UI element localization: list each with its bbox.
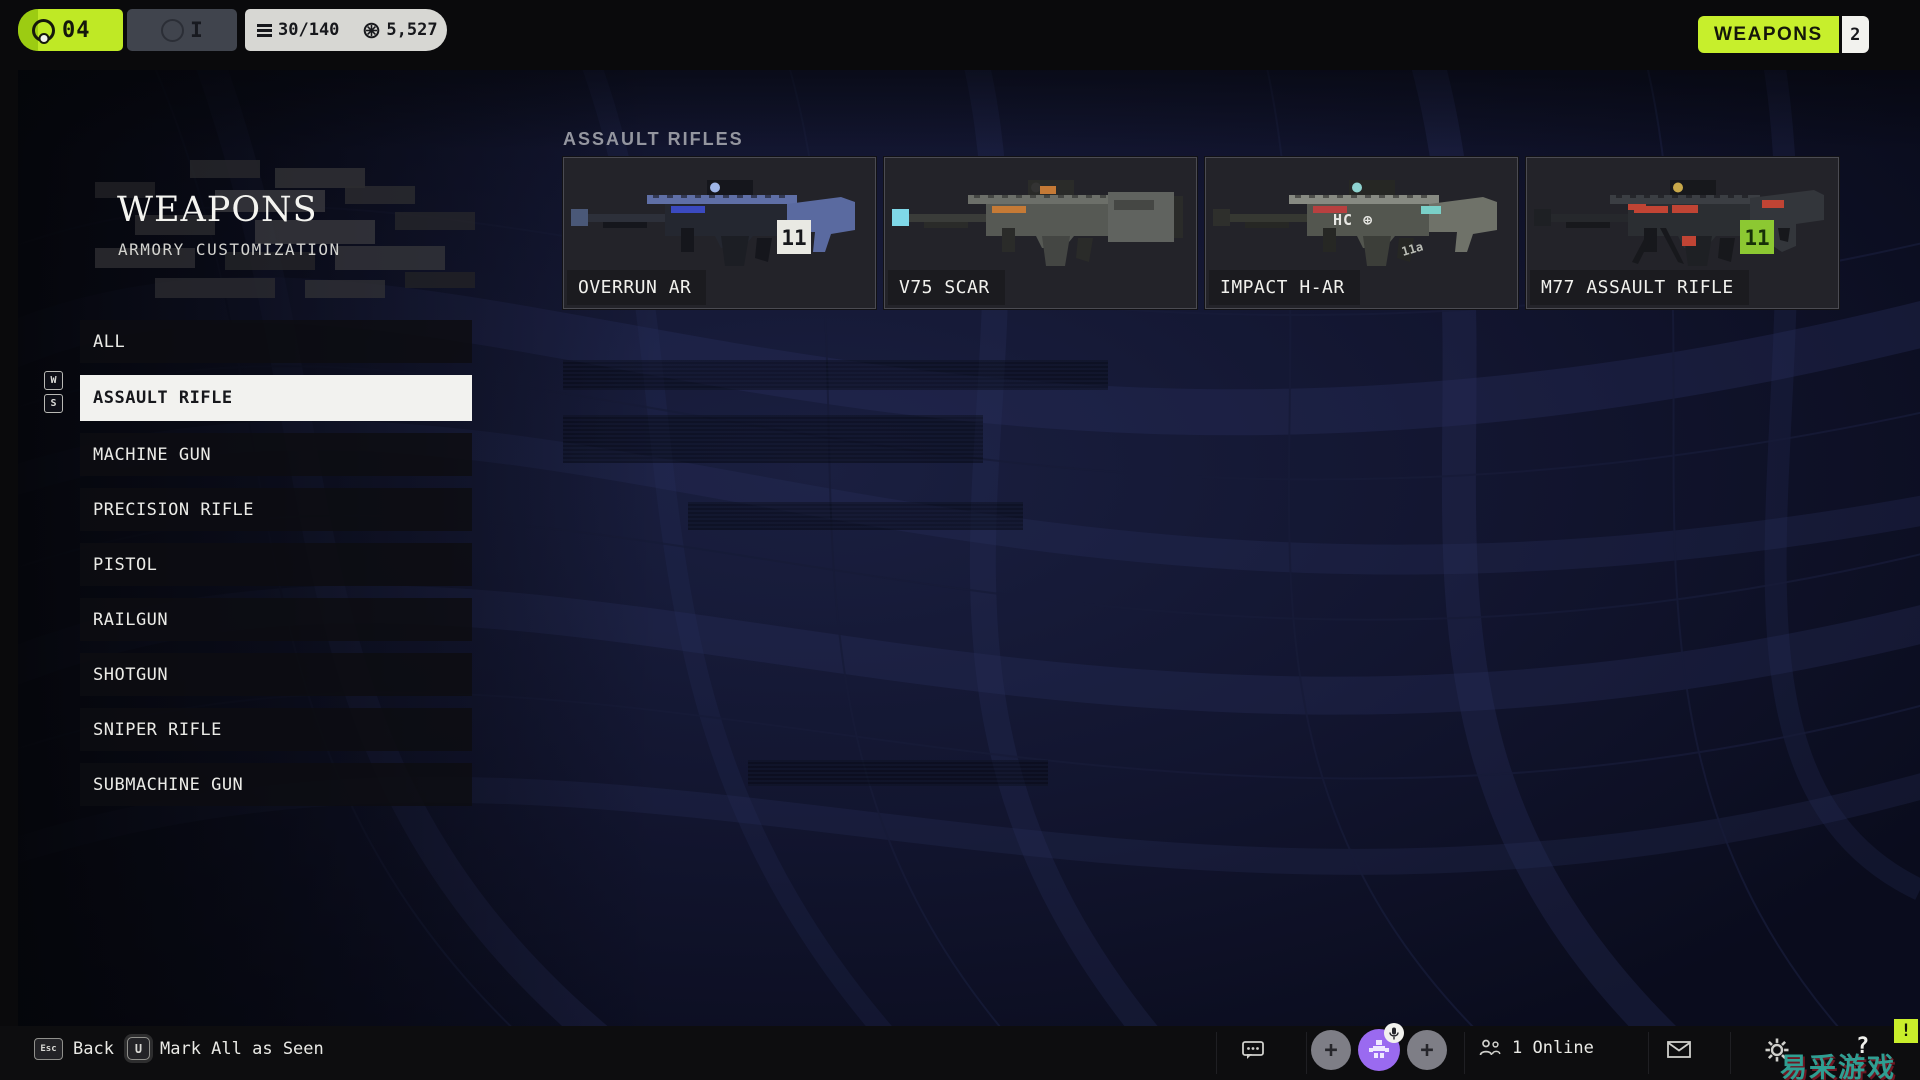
online-status: 1 Online <box>1478 1038 1594 1058</box>
sidebar-item-label: SHOTGUN <box>93 665 168 685</box>
sidebar-item-shotgun[interactable]: SHOTGUN <box>80 653 472 696</box>
alert-badge: ! <box>1894 1019 1918 1043</box>
bar-divider <box>1730 1032 1731 1074</box>
glitch-block <box>395 212 475 230</box>
bar-divider <box>1306 1032 1307 1074</box>
invite-left-button[interactable]: + <box>1311 1030 1351 1070</box>
sidebar-item-submachine-gun[interactable]: SUBMACHINE GUN <box>80 763 472 806</box>
rank-numeral: I <box>190 18 203 42</box>
invite-right-button[interactable]: + <box>1407 1030 1447 1070</box>
mail-button[interactable] <box>1667 1041 1691 1058</box>
page-title: WEAPONS <box>117 190 318 230</box>
category-list: ALL ASSAULT RIFLE MACHINE GUN PRECISION RIF… <box>80 320 472 806</box>
sidebar-item-pistol[interactable]: PISTOL <box>80 543 472 586</box>
sidebar-item-label: RAILGUN <box>93 610 168 630</box>
online-count-label: 1 Online <box>1512 1038 1594 1058</box>
bar-divider <box>1216 1032 1217 1074</box>
online-players-icon <box>1478 1039 1502 1057</box>
back-label: Back <box>73 1039 114 1059</box>
currency-coin-icon <box>363 22 380 39</box>
svg-text:HC ⊕: HC ⊕ <box>1333 211 1373 229</box>
u-key-icon: U <box>127 1037 150 1060</box>
weapon-name-label: IMPACT H-AR <box>1209 270 1360 305</box>
glitch-block <box>155 278 275 298</box>
key-s-icon: S <box>44 394 63 413</box>
sidebar-item-assault-rifle[interactable]: ASSAULT RIFLE <box>80 375 472 421</box>
resources-bar: 30/140 5,527 <box>245 9 447 51</box>
glitch-strip <box>563 415 983 463</box>
battlepass-icon <box>257 24 272 37</box>
mark-all-seen-button[interactable]: U Mark All as Seen <box>127 1037 324 1060</box>
weapon-image: 11 <box>1532 162 1832 277</box>
sidebar-item-railgun[interactable]: RAILGUN <box>80 598 472 641</box>
weapon-card-m77-assault-rifle[interactable]: 11 M77 ASSAULT RIFLE <box>1526 157 1839 309</box>
rank-badge[interactable]: I <box>127 9 237 51</box>
chat-button[interactable] <box>1242 1040 1264 1060</box>
glitch-decoration <box>95 160 490 305</box>
sidebar-item-label: MACHINE GUN <box>93 445 211 465</box>
weapon-name-label: M77 ASSAULT RIFLE <box>1530 270 1749 305</box>
watermark: 易采游戏网 <box>1780 1046 1920 1080</box>
glitch-block <box>345 186 415 204</box>
mail-icon <box>1667 1041 1691 1058</box>
glitch-strip <box>688 502 1023 530</box>
sidebar-item-label: ALL <box>93 332 125 352</box>
weapon-image: HC ⊕11a <box>1211 162 1511 277</box>
sidebar-item-label: ASSAULT RIFLE <box>93 388 233 408</box>
glitch-block <box>405 272 475 288</box>
battlepass-progress: 30/140 <box>245 9 351 51</box>
navigation-key-hints: W S <box>44 371 63 413</box>
voice-mic-badge[interactable] <box>1384 1023 1404 1043</box>
weapon-cards-row: 11OVERRUN ARV75 SCARHC ⊕11aIMPACT H-AR11… <box>563 157 1839 309</box>
glitch-strip <box>748 760 1048 786</box>
player-level-badge[interactable]: 04 <box>18 9 123 51</box>
bottom-bar: Esc Back U Mark All as Seen <box>0 1026 1920 1080</box>
weapon-card-v75-scar[interactable]: V75 SCAR <box>884 157 1197 309</box>
currency-value: 5,527 <box>386 20 437 40</box>
weapon-name-label: OVERRUN AR <box>567 270 706 305</box>
section-title: ASSAULT RIFLES <box>563 129 744 150</box>
esc-key-icon: Esc <box>34 1038 63 1060</box>
weapons-tab-label: WEAPONS <box>1698 16 1839 53</box>
sidebar-item-sniper-rifle[interactable]: SNIPER RIFLE <box>80 708 472 751</box>
svg-text:11: 11 <box>781 226 806 250</box>
sidebar-item-label: PRECISION RIFLE <box>93 500 254 520</box>
player-level-value: 04 <box>62 18 91 43</box>
bar-divider <box>1648 1032 1649 1074</box>
svg-text:11: 11 <box>1744 226 1769 250</box>
weapons-tab-count: 2 <box>1842 16 1869 53</box>
glitch-block <box>275 168 365 188</box>
sidebar-item-label: SNIPER RIFLE <box>93 720 222 740</box>
game-logo-icon <box>32 19 55 42</box>
weapon-card-overrun-ar[interactable]: 11 OVERRUN AR <box>563 157 876 309</box>
bar-divider <box>1464 1032 1465 1074</box>
weapons-armory-screen: 04 I 30/140 5,527 WEAPONS 2 WEAPONS ARMO… <box>0 0 1920 1080</box>
sidebar-item-label: SUBMACHINE GUN <box>93 775 243 795</box>
key-w-icon: W <box>44 371 63 390</box>
sidebar-item-machine-gun[interactable]: MACHINE GUN <box>80 433 472 476</box>
page-subtitle: ARMORY CUSTOMIZATION <box>118 240 341 259</box>
glitch-block <box>305 280 385 298</box>
glitch-block <box>335 246 445 270</box>
chat-bubble-icon <box>1242 1040 1264 1060</box>
back-button[interactable]: Esc Back <box>34 1038 114 1060</box>
glitch-block <box>190 160 260 178</box>
weapons-tab-badge[interactable]: WEAPONS 2 <box>1698 16 1869 53</box>
rank-ring-icon <box>161 19 184 42</box>
weapon-name-label: V75 SCAR <box>888 270 1005 305</box>
mic-icon <box>1389 1027 1399 1040</box>
glitch-strip <box>563 360 1108 390</box>
sidebar-item-precision-rifle[interactable]: PRECISION RIFLE <box>80 488 472 531</box>
currency-display: 5,527 <box>351 9 449 51</box>
battlepass-value: 30/140 <box>278 20 339 40</box>
sidebar-item-all[interactable]: ALL <box>80 320 472 363</box>
weapon-card-impact-h-ar[interactable]: HC ⊕11aIMPACT H-AR <box>1205 157 1518 309</box>
weapon-image <box>890 162 1190 277</box>
mark-all-seen-label: Mark All as Seen <box>160 1039 324 1059</box>
weapon-image: 11 <box>569 162 869 277</box>
sidebar-item-label: PISTOL <box>93 555 157 575</box>
